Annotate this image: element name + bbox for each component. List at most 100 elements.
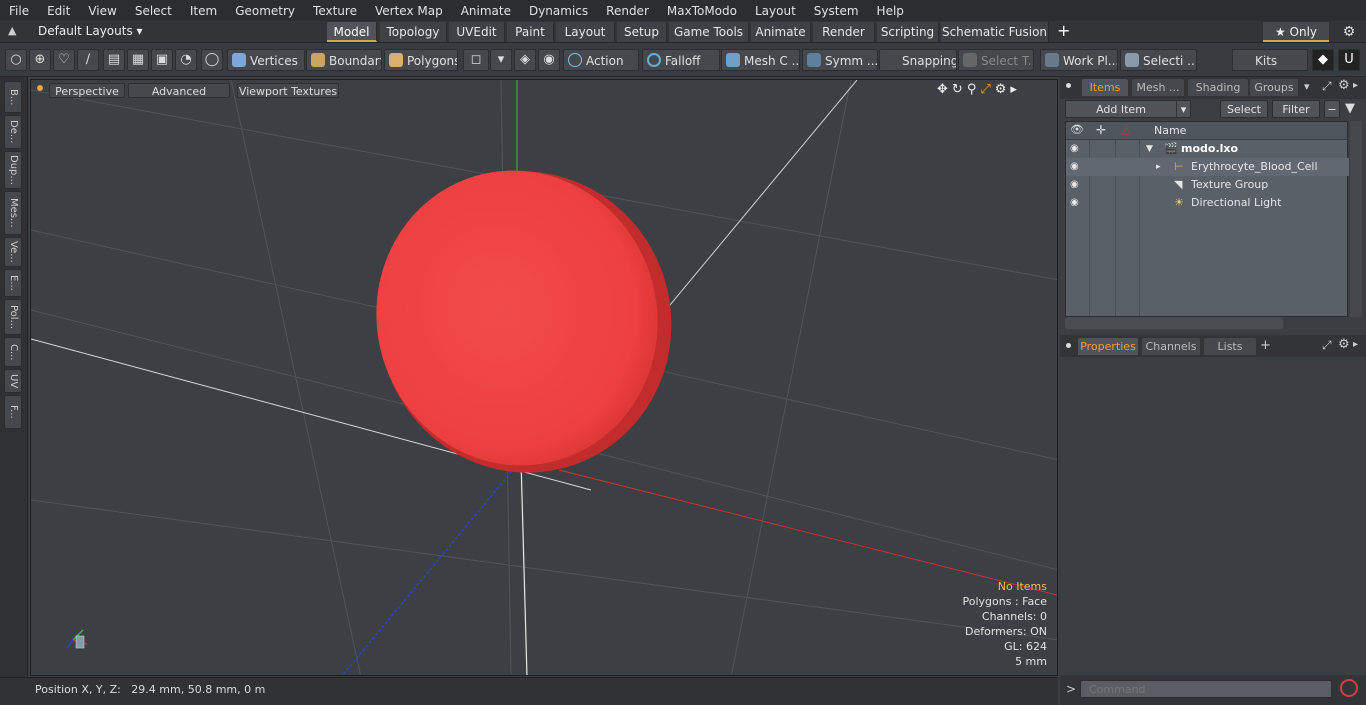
layout-tab-game-tools[interactable]: Game Tools — [669, 22, 749, 42]
pen-tool-icon[interactable]: ♡ — [53, 49, 75, 71]
brush-icon[interactable]: ∕ — [77, 49, 99, 71]
kits-button[interactable]: Kits — [1232, 49, 1308, 71]
grid-icon[interactable]: ▦ — [127, 49, 149, 71]
menu-item-select[interactable]: Select — [126, 4, 181, 18]
layout-tab-setup[interactable]: Setup — [617, 22, 667, 42]
tab-items[interactable]: Items — [1082, 79, 1128, 96]
symmetry-button[interactable]: Symm ... — [802, 49, 878, 71]
command-input[interactable] — [1080, 680, 1332, 698]
properties-expand-icon[interactable]: ⤢ — [1322, 338, 1332, 353]
polygons-button[interactable]: Polygons — [384, 49, 458, 71]
viewport-expand-arrow-icon[interactable]: ▸ — [1010, 82, 1017, 97]
items-options-dot-icon[interactable] — [1066, 83, 1071, 88]
layout-settings-gear-icon[interactable]: ⚙ — [1336, 22, 1362, 42]
left-tab-6[interactable]: Pol... — [4, 299, 22, 335]
layout-tab-render[interactable]: Render — [813, 22, 875, 42]
layout-tab-uvedit[interactable]: UVEdit — [449, 22, 505, 42]
layout-tab-layout[interactable]: Layout — [556, 22, 615, 42]
record-macro-icon[interactable] — [1340, 679, 1358, 697]
item-mode-icon[interactable]: ◻ — [463, 49, 489, 71]
layout-tab-model[interactable]: Model — [327, 22, 377, 42]
menu-item-view[interactable]: View — [79, 4, 125, 18]
layout-tab-paint[interactable]: Paint — [507, 22, 554, 42]
tree-row-texture-group[interactable]: ◉ ◥ Texture Group — [1066, 176, 1349, 194]
mesh-constraints-button[interactable]: Mesh C ... — [721, 49, 800, 71]
left-tab-7[interactable]: C... — [4, 337, 22, 367]
layout-tab-schematic-fusion[interactable]: Schematic Fusion — [941, 22, 1049, 42]
menu-item-vertex-map[interactable]: Vertex Map — [366, 4, 452, 18]
left-tab-5[interactable]: E... — [4, 269, 22, 297]
rotate-icon[interactable]: ◔ — [175, 49, 197, 71]
tree-row-light[interactable]: ◉ ☀ Directional Light — [1066, 194, 1349, 212]
left-tab-2[interactable]: Dup... — [4, 151, 22, 189]
items-horizontal-scrollbar[interactable] — [1065, 317, 1283, 329]
layout-tab-animate[interactable]: Animate — [751, 22, 811, 42]
menu-item-layout[interactable]: Layout — [746, 4, 805, 18]
add-tab-button[interactable]: + — [1260, 338, 1271, 353]
tab-shading[interactable]: Shading — [1188, 79, 1248, 96]
maximize-view-icon[interactable]: ⤢ — [980, 82, 990, 97]
orbit-view-icon[interactable]: ↻ — [952, 82, 963, 97]
only-toggle[interactable]: ★ Only — [1263, 22, 1329, 42]
left-tab-4[interactable]: Ve... — [4, 237, 22, 267]
tab-groups[interactable]: Groups — [1250, 79, 1298, 96]
viewport-tab-advanced[interactable]: Advanced — [128, 83, 230, 98]
menu-item-item[interactable]: Item — [181, 4, 226, 18]
expand-triangle-icon[interactable]: ▼ — [1146, 140, 1153, 158]
frame-icon[interactable]: ▣ — [151, 49, 173, 71]
add-item-button[interactable]: Add Item ▾ — [1065, 100, 1191, 118]
snap-cube-icon[interactable]: ◈ — [514, 49, 536, 71]
viewport-tab-perspective[interactable]: Perspective — [49, 83, 125, 98]
items-vertical-scrollbar[interactable] — [1350, 121, 1362, 317]
left-tab-1[interactable]: De... — [4, 115, 22, 149]
shield-icon[interactable]: ◯ — [201, 49, 223, 71]
layout-tab-scripting[interactable]: Scripting — [877, 22, 939, 42]
menu-item-edit[interactable]: Edit — [38, 4, 79, 18]
menu-item-file[interactable]: File — [0, 4, 38, 18]
menu-item-dynamics[interactable]: Dynamics — [520, 4, 597, 18]
pivot-icon[interactable]: ◉ — [538, 49, 560, 71]
falloff-button[interactable]: Falloff — [642, 49, 720, 71]
menu-item-texture[interactable]: Texture — [304, 4, 366, 18]
work-plane-button[interactable]: Work Pl... — [1040, 49, 1118, 71]
boundary-button[interactable]: Boundary — [306, 49, 382, 71]
menu-item-render[interactable]: Render — [597, 4, 658, 18]
properties-expand-arrow-icon[interactable]: ▸ — [1353, 339, 1358, 350]
expand-triangle-icon[interactable]: ▸ — [1156, 158, 1161, 176]
tabs-overflow-chevron-icon[interactable]: ▾ — [1304, 80, 1310, 93]
viewport-options-dot-icon[interactable] — [37, 85, 43, 91]
viewport-tab-viewport-textures[interactable]: Viewport Textures — [237, 83, 339, 98]
left-tab-8[interactable]: UV — [4, 369, 22, 393]
menu-item-help[interactable]: Help — [868, 4, 913, 18]
3d-viewport[interactable]: Perspective Advanced Viewport Textures ✥… — [30, 79, 1058, 676]
filter-funnel-icon[interactable]: ▼ — [1345, 101, 1355, 116]
menu-item-maxtomodo[interactable]: MaxToModo — [658, 4, 746, 18]
selection-sets-button[interactable]: Selecti ... — [1120, 49, 1197, 71]
unreal-icon[interactable]: U — [1338, 49, 1360, 71]
select-button[interactable]: Select — [1220, 100, 1268, 118]
left-tab-3[interactable]: Mes... — [4, 191, 22, 235]
tree-row-scene[interactable]: ◉ ▼ 🎬 modo.lxo — [1066, 140, 1349, 158]
tree-row-mesh[interactable]: ◉ ▸ ⊢ Erythrocyte_Blood_Cell — [1066, 158, 1349, 176]
snapping-button[interactable]: Snapping — [879, 49, 957, 71]
layout-tab-topology[interactable]: Topology — [380, 22, 447, 42]
align-icon[interactable]: ▤ — [103, 49, 125, 71]
select-circle-icon[interactable]: ○ — [5, 49, 27, 71]
filter-button[interactable]: Filter — [1272, 100, 1320, 118]
tab-mesh-ops[interactable]: Mesh ... — [1132, 79, 1184, 96]
visibility-eye-icon[interactable]: ◉ — [1070, 176, 1079, 194]
move-view-icon[interactable]: ✥ — [937, 82, 948, 97]
items-settings-gear-icon[interactable]: ⚙ — [1338, 78, 1350, 93]
menu-item-system[interactable]: System — [805, 4, 868, 18]
mode-dropdown-chevron-icon[interactable]: ▾ — [490, 49, 512, 71]
select-through-button[interactable]: Select T... — [958, 49, 1034, 71]
visibility-eye-icon[interactable]: ◉ — [1070, 140, 1079, 158]
action-center-button[interactable]: Action — [563, 49, 639, 71]
menu-item-animate[interactable]: Animate — [452, 4, 520, 18]
items-expand-icon[interactable]: ⤢ — [1322, 79, 1332, 94]
menu-item-geometry[interactable]: Geometry — [226, 4, 304, 18]
viewport-settings-gear-icon[interactable]: ⚙ — [995, 82, 1007, 97]
left-tab-9[interactable]: F... — [4, 395, 22, 429]
items-expand-arrow-icon[interactable]: ▸ — [1353, 80, 1358, 91]
layout-menu-icon[interactable]: ▲ — [8, 24, 16, 37]
